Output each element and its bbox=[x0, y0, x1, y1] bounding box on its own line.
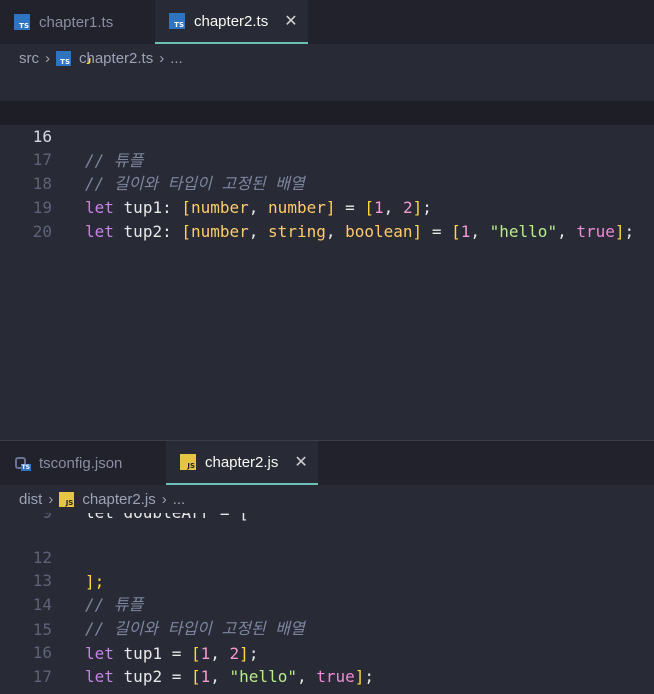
code-line-current: 16 // 튜플 bbox=[0, 101, 654, 170]
code-line: 19 let tup2: [number, string, boolean] =… bbox=[0, 172, 654, 241]
code-line: 14 // 길이와 타입이 고정된 배열 bbox=[0, 569, 654, 638]
code-line: 20 bbox=[0, 196, 654, 241]
code-line: 16 let tup2 = [1, "hello", true]; bbox=[0, 617, 654, 686]
code-line: 12 ]; bbox=[0, 522, 654, 591]
line-number: 18 bbox=[0, 690, 52, 694]
code-editor-top[interactable]: } 15 16 // 튜플 17 // 길이와 타입이 고정된 배열 18 le… bbox=[0, 0, 654, 440]
editor-group-bottom: tsconfig.json chapter2.js ✕ dist › chapt… bbox=[0, 440, 654, 694]
code-line-partial: } bbox=[0, 58, 654, 74]
code-line: 17 // 길이와 타입이 고정된 배열 bbox=[0, 124, 654, 193]
code-line: 17 export {}; bbox=[0, 641, 654, 694]
code-line: 15 bbox=[0, 77, 654, 122]
code-line: 18 let tup1: [number, number] = [1, 2]; bbox=[0, 148, 654, 217]
code-line: 13 // 튜플 bbox=[0, 545, 654, 614]
code-line: 18 bbox=[0, 666, 654, 694]
line-number: 20 bbox=[32, 222, 52, 241]
code-line: 15 let tup1 = [1, 2]; bbox=[0, 594, 654, 663]
code-editor-bottom[interactable]: 9 let doubleArr = [ 12 ]; 13 // 튜플 14 //… bbox=[0, 441, 654, 694]
editor-group-top: chapter1.ts chapter2.ts ✕ src › chapter2… bbox=[0, 0, 654, 440]
